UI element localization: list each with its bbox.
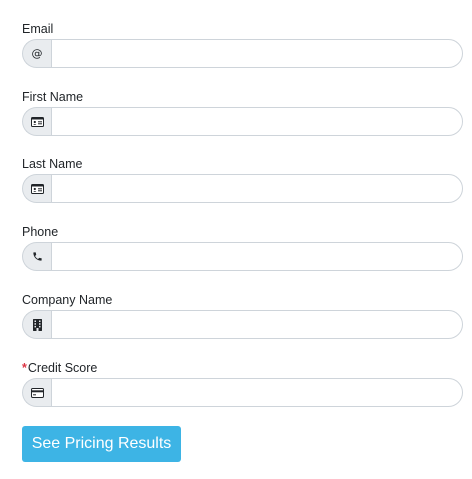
phone-group: Phone — [22, 225, 463, 271]
phone-field[interactable] — [51, 242, 463, 271]
first-name-input-group — [22, 107, 463, 136]
company-name-input-group — [22, 310, 463, 339]
company-name-group: Company Name — [22, 293, 463, 339]
credit-score-field[interactable] — [51, 378, 463, 407]
credit-score-label: *Credit Score — [22, 361, 463, 376]
required-marker: * — [22, 361, 27, 375]
at-icon: @ — [22, 39, 51, 68]
credit-score-label-text: Credit Score — [27, 361, 98, 375]
email-input-group: @ — [22, 39, 463, 68]
id-card-icon — [22, 107, 51, 136]
at-symbol: @ — [31, 47, 43, 60]
company-name-label: Company Name — [22, 293, 113, 307]
credit-score-group: *Credit Score — [22, 361, 463, 407]
last-name-label: Last Name — [22, 157, 83, 171]
credit-score-input-group — [22, 378, 463, 407]
phone-icon — [22, 242, 51, 271]
credit-card-icon — [22, 378, 51, 407]
email-field[interactable] — [51, 39, 463, 68]
building-icon — [22, 310, 51, 339]
id-card-icon — [22, 174, 51, 203]
last-name-input-group — [22, 174, 463, 203]
company-name-field[interactable] — [51, 310, 463, 339]
last-name-field[interactable] — [51, 174, 463, 203]
last-name-group: Last Name — [22, 157, 463, 203]
first-name-label: First Name — [22, 90, 84, 104]
first-name-field[interactable] — [51, 107, 463, 136]
email-label: Email — [22, 22, 54, 36]
first-name-group: First Name — [22, 90, 463, 136]
phone-label: Phone — [22, 225, 59, 239]
see-pricing-results-button[interactable]: See Pricing Results — [22, 426, 181, 462]
email-group: Email @ — [22, 22, 463, 68]
phone-input-group — [22, 242, 463, 271]
